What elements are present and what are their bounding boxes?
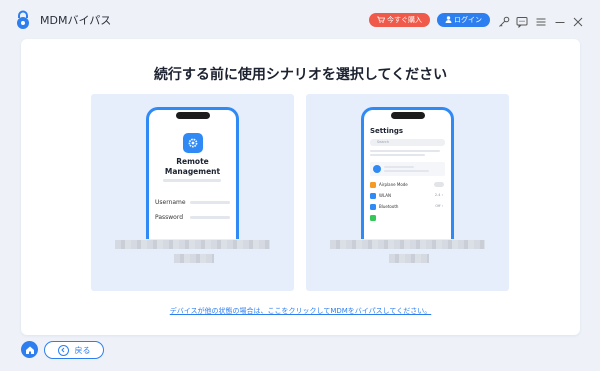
remote-management-title: Remote Management — [164, 157, 221, 176]
blurred-description — [330, 240, 485, 249]
row-label: Airplane Mode — [379, 182, 408, 187]
info-line — [370, 150, 440, 152]
key-icon[interactable] — [498, 13, 510, 27]
phone-notch — [176, 112, 210, 119]
settings-search: Search — [370, 139, 445, 146]
cellular-icon — [370, 215, 376, 221]
password-line — [190, 216, 230, 219]
home-icon — [25, 340, 35, 359]
settings-row-more — [370, 213, 445, 223]
login-label: ログイン — [454, 16, 482, 24]
placeholder-line — [163, 179, 221, 182]
settings-row-bluetooth: Bluetooth Off › — [370, 202, 445, 212]
account-row — [370, 162, 445, 176]
settings-row-wlan: WLAN 2.4 › — [370, 191, 445, 201]
blurred-description-line2 — [389, 254, 429, 263]
info-line — [370, 154, 425, 156]
phone-notch — [391, 112, 425, 119]
row-value: 2.4 › — [434, 193, 443, 197]
toggle-switch — [434, 182, 444, 187]
user-icon — [445, 15, 452, 25]
row-label: WLAN — [379, 193, 392, 198]
scenario-card-settings[interactable]: Settings Search Airplane Mode WLAN 2.4 › — [306, 94, 509, 291]
scenario-card-remote-management[interactable]: Remote Management Username Password — [91, 94, 294, 291]
chevron-left-icon — [57, 344, 69, 356]
close-icon[interactable] — [572, 13, 584, 27]
minimize-icon[interactable] — [554, 13, 566, 25]
menu-icon[interactable] — [535, 13, 547, 26]
cart-icon — [377, 16, 386, 25]
username-line — [190, 201, 230, 204]
buy-now-label: 今すぐ購入 — [387, 16, 422, 24]
airplane-icon — [370, 182, 376, 188]
username-label: Username — [155, 199, 186, 206]
gear-icon — [183, 133, 203, 153]
avatar — [373, 165, 381, 173]
phone-illustration: Remote Management Username Password — [146, 107, 239, 239]
back-label: 戻る — [74, 345, 91, 355]
home-button[interactable] — [21, 341, 38, 358]
buy-now-button[interactable]: 今すぐ購入 — [369, 13, 430, 27]
title-bar: MDMバイパス 今すぐ購入 ログイン — [0, 0, 600, 38]
wifi-icon — [370, 193, 376, 199]
lock-logo-icon — [14, 10, 32, 30]
blurred-description-line2 — [174, 254, 214, 263]
search-placeholder: Search — [377, 140, 390, 144]
row-value: Off › — [435, 204, 443, 208]
account-line — [384, 170, 429, 172]
app-title: MDMバイパス — [40, 14, 112, 27]
password-label: Password — [155, 214, 184, 221]
back-button[interactable]: 戻る — [44, 341, 104, 359]
feedback-icon[interactable] — [516, 13, 528, 29]
row-label: Bluetooth — [379, 204, 399, 209]
settings-title: Settings — [370, 127, 404, 135]
login-button[interactable]: ログイン — [437, 13, 490, 27]
main-panel: 続行する前に使用シナリオを選択してください Remote Management … — [21, 39, 580, 335]
bypass-other-state-link[interactable]: デバイスが他の状態の場合は、ここをクリックしてMDMをバイパスしてください。 — [21, 306, 580, 316]
phone-illustration: Settings Search Airplane Mode WLAN 2.4 › — [361, 107, 454, 239]
page-heading: 続行する前に使用シナリオを選択してください — [153, 67, 448, 83]
blurred-description — [115, 240, 270, 249]
bluetooth-icon — [370, 204, 376, 210]
account-line — [384, 166, 414, 168]
settings-row-airplane: Airplane Mode — [370, 180, 445, 190]
